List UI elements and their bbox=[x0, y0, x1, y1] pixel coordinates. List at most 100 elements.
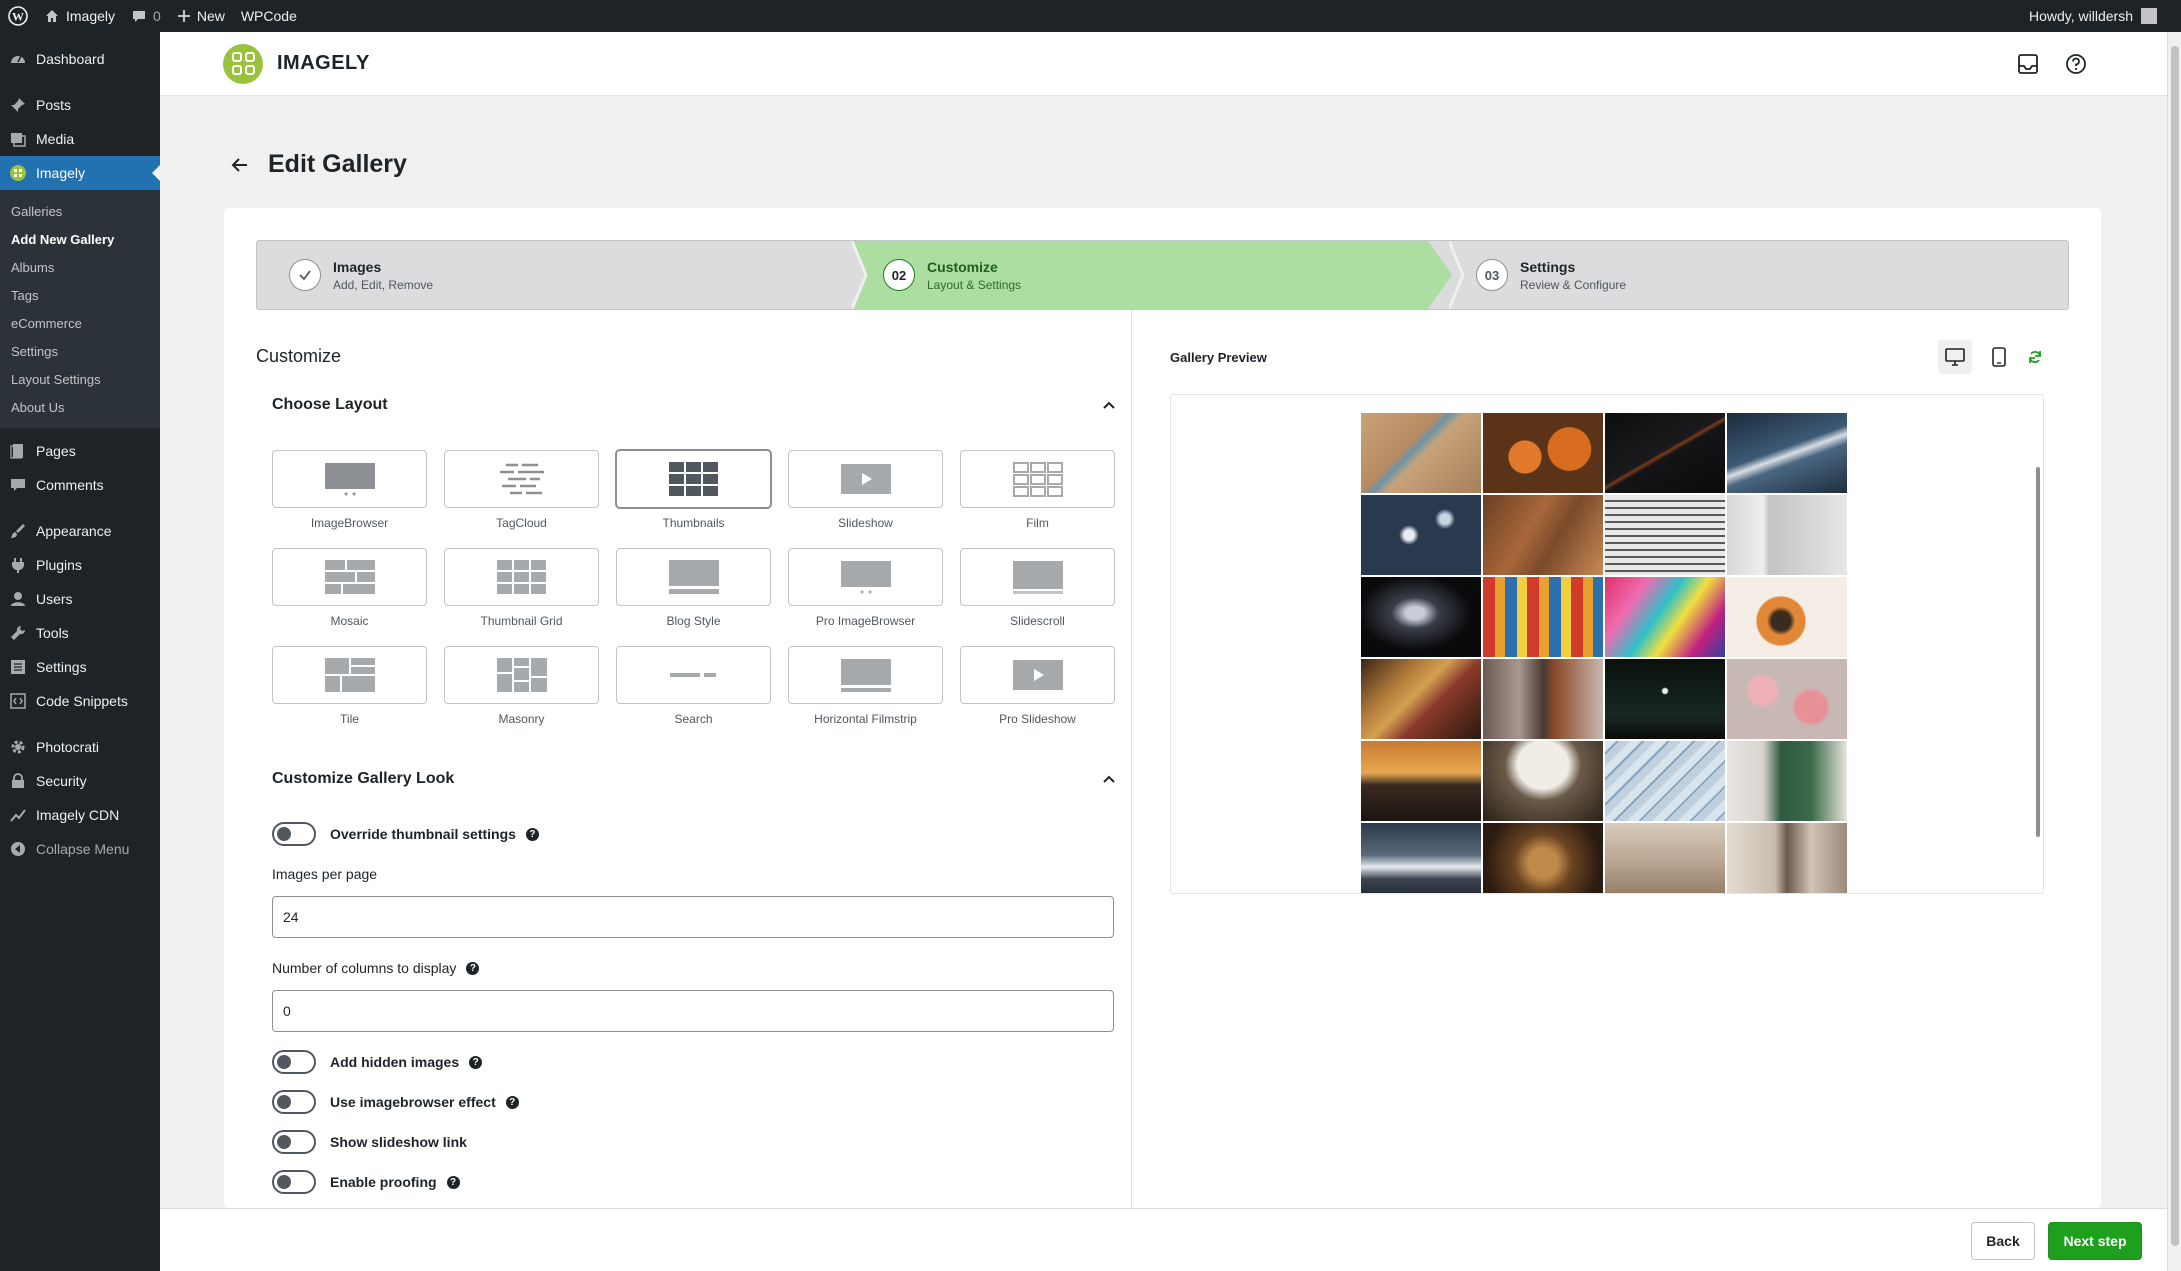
gallery-thumbnail[interactable] bbox=[1483, 659, 1603, 739]
menu-item-collapse[interactable]: Collapse Menu bbox=[0, 832, 160, 866]
choose-layout-section-toggle[interactable]: Choose Layout bbox=[272, 396, 1116, 414]
preview-scrollbar[interactable] bbox=[2035, 397, 2041, 893]
override-thumbnail-toggle[interactable] bbox=[272, 822, 316, 846]
columns-input[interactable] bbox=[272, 990, 1114, 1032]
gallery-thumbnail[interactable] bbox=[1483, 495, 1603, 575]
menu-label: Pages bbox=[36, 443, 76, 459]
menu-item-posts[interactable]: Posts bbox=[0, 88, 160, 122]
desktop-icon[interactable] bbox=[1938, 340, 1972, 374]
menu-item-photocrati[interactable]: Photocrati bbox=[0, 730, 160, 764]
wordpress-logo-icon[interactable]: W bbox=[0, 0, 36, 32]
mobile-icon[interactable] bbox=[1982, 340, 2016, 374]
imagebrowser-effect-toggle[interactable] bbox=[272, 1090, 316, 1114]
step-settings[interactable]: 03 Settings Review & Configure bbox=[1476, 241, 1626, 309]
imagebrowser-effect-label: Use imagebrowser effect bbox=[330, 1094, 496, 1110]
menu-item-imagely-cdn[interactable]: Imagely CDN bbox=[0, 798, 160, 832]
gallery-thumbnail[interactable] bbox=[1483, 577, 1603, 657]
menu-item-dashboard[interactable]: Dashboard bbox=[0, 42, 160, 76]
menu-item-code-snippets[interactable]: Code Snippets bbox=[0, 684, 160, 718]
menu-item-appearance[interactable]: Appearance bbox=[0, 514, 160, 548]
step-customize[interactable]: 02 Customize Layout & Settings bbox=[883, 241, 1021, 309]
layout-option-slideshow[interactable]: Slideshow bbox=[788, 450, 943, 548]
menu-item-security[interactable]: Security bbox=[0, 764, 160, 798]
step-images[interactable]: Images Add, Edit, Remove bbox=[289, 241, 433, 309]
gallery-thumbnail[interactable] bbox=[1727, 659, 1847, 739]
gallery-thumbnail[interactable] bbox=[1605, 741, 1725, 821]
layout-option-tile[interactable]: Tile bbox=[272, 646, 427, 744]
inbox-icon[interactable] bbox=[2017, 53, 2039, 75]
gallery-thumbnail[interactable] bbox=[1727, 741, 1847, 821]
help-icon[interactable]: ? bbox=[469, 1055, 483, 1069]
layout-option-mosaic[interactable]: Mosaic bbox=[272, 548, 427, 646]
wpcode-link[interactable]: WPCode bbox=[233, 0, 305, 32]
gallery-thumbnail[interactable] bbox=[1605, 823, 1725, 893]
my-account[interactable]: Howdy, willdersh bbox=[2029, 8, 2181, 24]
gallery-thumbnail[interactable] bbox=[1727, 823, 1847, 893]
site-name-link[interactable]: Imagely bbox=[36, 0, 123, 32]
help-icon[interactable]: ? bbox=[525, 827, 539, 841]
layout-option-pro-slideshow[interactable]: Pro Slideshow bbox=[960, 646, 1115, 744]
gallery-thumbnail[interactable] bbox=[1605, 495, 1725, 575]
gallery-thumbnail[interactable] bbox=[1361, 413, 1481, 493]
help-icon[interactable]: ? bbox=[446, 1175, 460, 1189]
layout-label: Pro Slideshow bbox=[999, 712, 1076, 726]
gallery-thumbnail[interactable] bbox=[1361, 741, 1481, 821]
layout-option-film[interactable]: Film bbox=[960, 450, 1115, 548]
layout-option-pro-imagebrowser[interactable]: Pro ImageBrowser bbox=[788, 548, 943, 646]
menu-item-plugins[interactable]: Plugins bbox=[0, 548, 160, 582]
refresh-icon[interactable] bbox=[2026, 340, 2044, 374]
gallery-thumbnail[interactable] bbox=[1361, 577, 1481, 657]
new-content-link[interactable]: New bbox=[169, 0, 233, 32]
back-button[interactable]: Back bbox=[1971, 1222, 2035, 1260]
menu-item-comments[interactable]: Comments bbox=[0, 468, 160, 502]
menu-item-imagely[interactable]: Imagely bbox=[0, 156, 160, 190]
gallery-thumbnail[interactable] bbox=[1361, 823, 1481, 893]
layout-option-search[interactable]: Search bbox=[616, 646, 771, 744]
gallery-thumbnail[interactable] bbox=[1605, 577, 1725, 657]
menu-item-users[interactable]: Users bbox=[0, 582, 160, 616]
layout-option-thumbnails[interactable]: Thumbnails bbox=[616, 450, 771, 548]
menu-item-tools[interactable]: Tools bbox=[0, 616, 160, 650]
slideshow-link-toggle[interactable] bbox=[272, 1130, 316, 1154]
submenu-albums[interactable]: Albums bbox=[0, 254, 160, 282]
gallery-thumbnail[interactable] bbox=[1361, 495, 1481, 575]
submenu-settings[interactable]: Settings bbox=[0, 338, 160, 366]
gallery-thumbnail[interactable] bbox=[1361, 659, 1481, 739]
gallery-thumbnail[interactable] bbox=[1605, 659, 1725, 739]
page-scrollbar[interactable] bbox=[2167, 32, 2181, 1271]
help-icon[interactable]: ? bbox=[505, 1095, 519, 1109]
gallery-look-section-toggle[interactable]: Customize Gallery Look bbox=[272, 770, 1116, 788]
layout-option-thumbnail-grid[interactable]: Thumbnail Grid bbox=[444, 548, 599, 646]
submenu-ecommerce[interactable]: eCommerce bbox=[0, 310, 160, 338]
submenu-layout-settings[interactable]: Layout Settings bbox=[0, 366, 160, 394]
layout-label: Search bbox=[674, 712, 713, 726]
submenu-about-us[interactable]: About Us bbox=[0, 394, 160, 422]
gallery-thumbnail[interactable] bbox=[1483, 741, 1603, 821]
proofing-toggle[interactable] bbox=[272, 1170, 316, 1194]
menu-item-settings[interactable]: Settings bbox=[0, 650, 160, 684]
back-arrow-icon[interactable] bbox=[230, 155, 250, 175]
help-icon[interactable] bbox=[2065, 53, 2087, 75]
submenu-tags[interactable]: Tags bbox=[0, 282, 160, 310]
gallery-thumbnail[interactable] bbox=[1483, 823, 1603, 893]
images-per-page-input[interactable] bbox=[272, 896, 1114, 938]
menu-item-media[interactable]: Media bbox=[0, 122, 160, 156]
layout-option-tagcloud[interactable]: TagCloud bbox=[444, 450, 599, 548]
layout-option-blog-style[interactable]: Blog Style bbox=[616, 548, 771, 646]
gallery-thumbnail[interactable] bbox=[1727, 495, 1847, 575]
layout-option-masonry[interactable]: Masonry bbox=[444, 646, 599, 744]
submenu-galleries[interactable]: Galleries bbox=[0, 198, 160, 226]
hidden-images-toggle[interactable] bbox=[272, 1050, 316, 1074]
gallery-thumbnail[interactable] bbox=[1727, 413, 1847, 493]
next-step-button[interactable]: Next step bbox=[2048, 1222, 2142, 1260]
gallery-thumbnail[interactable] bbox=[1727, 577, 1847, 657]
submenu-add-new-gallery[interactable]: Add New Gallery bbox=[0, 226, 160, 254]
layout-option-horizontal-filmstrip[interactable]: Horizontal Filmstrip bbox=[788, 646, 943, 744]
comments-link[interactable]: 0 bbox=[123, 0, 169, 32]
layout-option-slidescroll[interactable]: Slidescroll bbox=[960, 548, 1115, 646]
layout-option-imagebrowser[interactable]: ImageBrowser bbox=[272, 450, 427, 548]
help-icon[interactable]: ? bbox=[466, 961, 480, 975]
menu-item-pages[interactable]: Pages bbox=[0, 434, 160, 468]
gallery-thumbnail[interactable] bbox=[1605, 413, 1725, 493]
gallery-thumbnail[interactable] bbox=[1483, 413, 1603, 493]
